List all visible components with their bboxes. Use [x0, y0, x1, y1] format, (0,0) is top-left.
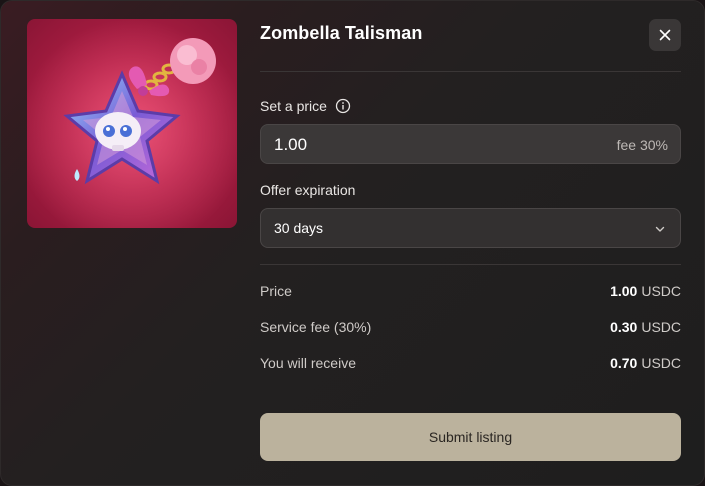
expiration-label: Offer expiration: [260, 182, 356, 198]
summary-row-price: Price 1.00 USDC: [260, 283, 681, 301]
close-button[interactable]: [649, 19, 681, 51]
info-icon[interactable]: [335, 98, 351, 114]
chevron-down-icon: [655, 226, 665, 232]
summary-value: 1.00 USDC: [610, 283, 681, 299]
price-label-row: Set a price: [260, 98, 351, 114]
summary-label: Price: [260, 283, 292, 299]
summary-label: You will receive: [260, 355, 356, 371]
item-title: Zombella Talisman: [260, 23, 423, 43]
price-label: Set a price: [260, 98, 327, 114]
expiration-value: 30 days: [274, 220, 324, 236]
header-divider: [260, 71, 681, 72]
item-image: [27, 19, 237, 228]
expiration-select[interactable]: 30 days: [260, 208, 681, 248]
submit-listing-button[interactable]: Submit listing: [260, 413, 681, 461]
summary-row-receive: You will receive 0.70 USDC: [260, 355, 681, 373]
fee-indicator: fee 30%: [616, 137, 668, 153]
summary-row-service-fee: Service fee (30%) 0.30 USDC: [260, 319, 681, 337]
price-input[interactable]: 1.00 fee 30%: [260, 124, 681, 164]
summary-label: Service fee (30%): [260, 319, 372, 335]
listing-modal: Zombella Talisman Set a price 1.00 fee 3…: [0, 0, 705, 486]
price-value[interactable]: 1.00: [274, 135, 307, 155]
summary-value: 0.30 USDC: [610, 319, 681, 335]
close-icon: [659, 29, 671, 41]
summary-divider: [260, 264, 681, 265]
summary-value: 0.70 USDC: [610, 355, 681, 371]
